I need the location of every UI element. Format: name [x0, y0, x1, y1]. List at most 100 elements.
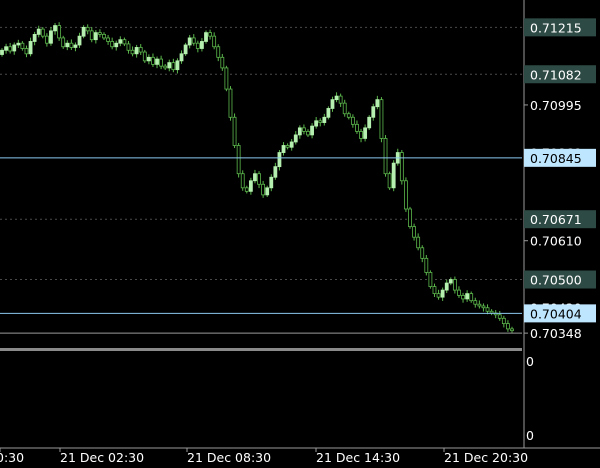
candle-bear [240, 173, 245, 189]
candle-bull [465, 293, 470, 300]
candle-bear [89, 30, 94, 41]
candle-bull [28, 41, 33, 55]
level-label-4: 0.70500 [530, 273, 582, 288]
time-label-2: 21 Dec 08:30 [187, 450, 271, 465]
candle-bear [142, 51, 147, 62]
candle-bear [106, 37, 110, 42]
candle-bear [318, 120, 323, 123]
candle-bull [281, 145, 286, 153]
time-label-3: 21 Dec 14:30 [316, 450, 400, 465]
candle-bear [404, 180, 408, 210]
candle-bear [350, 116, 355, 125]
candle-bear [501, 317, 506, 325]
candle-bear [432, 286, 437, 295]
candle-bear [220, 56, 225, 69]
candle-bull [175, 60, 180, 71]
candle-bear [191, 37, 196, 44]
candle-bull [371, 106, 376, 118]
candle-bull [444, 282, 449, 291]
candle-bull [310, 125, 314, 136]
candle-bull [155, 58, 159, 65]
time-label-0: 0:30 [0, 450, 24, 465]
candle-bear [130, 49, 135, 55]
candle-bull [367, 116, 372, 129]
price-tick-label: 0.70995 [530, 98, 582, 113]
candle-bear [506, 323, 510, 330]
candle-bull [114, 42, 119, 48]
candle-bear [195, 42, 200, 49]
candle-bear [379, 99, 384, 139]
candle-bear [355, 123, 359, 132]
candle-bear [261, 183, 266, 196]
candle-bear [338, 95, 343, 104]
time-label-4: 21 Dec 20:30 [444, 450, 528, 465]
candle-bull [334, 95, 339, 101]
candle-bear [383, 138, 388, 175]
candle-bear [228, 88, 233, 118]
candle-bear [257, 173, 261, 185]
subwindow-separator[interactable] [0, 348, 522, 351]
level-label-3: 0.70671 [530, 212, 582, 227]
candle-bull [36, 28, 41, 35]
candle-bear [57, 25, 62, 39]
candle-bull [204, 32, 208, 42]
candle-bear [40, 28, 45, 37]
candle-bull [200, 41, 204, 49]
candle-bear [408, 208, 412, 228]
candle-bull [293, 134, 298, 143]
candle-bear [510, 328, 514, 332]
candle-bear [171, 62, 176, 71]
candle-bull [277, 152, 282, 168]
subwindow-tick-label-bottom: 0 [526, 428, 534, 443]
candle-bear [126, 43, 131, 51]
candle-bull [12, 44, 17, 52]
price-chart[interactable]: 0.709950.708600.706100.704200.703480.712… [0, 0, 600, 468]
candle-bear [469, 293, 474, 302]
candle-bear [69, 42, 74, 48]
level-label-2: 0.70845 [530, 151, 582, 166]
candle-bull [375, 99, 380, 108]
candle-bear [20, 42, 25, 49]
candle-bear [342, 102, 347, 115]
candle-bear [420, 247, 425, 259]
candle-bear [151, 56, 155, 65]
candle-bear [102, 33, 106, 39]
candle-bear [452, 279, 457, 291]
candle-bear [346, 113, 351, 118]
candle-bull [326, 108, 331, 118]
candle-bull [248, 180, 253, 192]
candle-bear [244, 187, 249, 192]
candle-bear [412, 226, 416, 238]
candle-bear [285, 145, 290, 148]
candle-bull [32, 33, 37, 42]
candle-bear [473, 300, 478, 305]
candle-bull [322, 116, 327, 123]
price-tick-label: 0.70348 [530, 326, 582, 341]
candle-bull [363, 127, 368, 139]
candle-bull [269, 176, 274, 189]
candle-bull [265, 187, 270, 196]
candle-bull [448, 279, 453, 284]
candle-bear [387, 173, 392, 189]
candle-bull [187, 37, 192, 46]
candle-bear [485, 307, 490, 312]
candle-bull [4, 46, 8, 51]
candle-bear [44, 35, 49, 44]
candle-bull [49, 30, 53, 44]
candle-bull [167, 62, 172, 69]
candle-bull [134, 47, 139, 55]
candle-bull [81, 26, 86, 37]
candle-bull [16, 42, 21, 46]
candle-bear [24, 48, 29, 55]
candle-bear [428, 272, 433, 287]
candle-bear [138, 47, 143, 53]
candle-bear [110, 41, 115, 48]
level-label-0: 0.71215 [530, 20, 582, 35]
candle-bull [53, 25, 57, 32]
candle-bull [297, 127, 302, 136]
candle-bull [77, 35, 82, 46]
candle-bull [391, 162, 396, 189]
candle-bear [481, 305, 486, 309]
candle-bear [85, 26, 90, 32]
candle-bull [118, 39, 123, 44]
